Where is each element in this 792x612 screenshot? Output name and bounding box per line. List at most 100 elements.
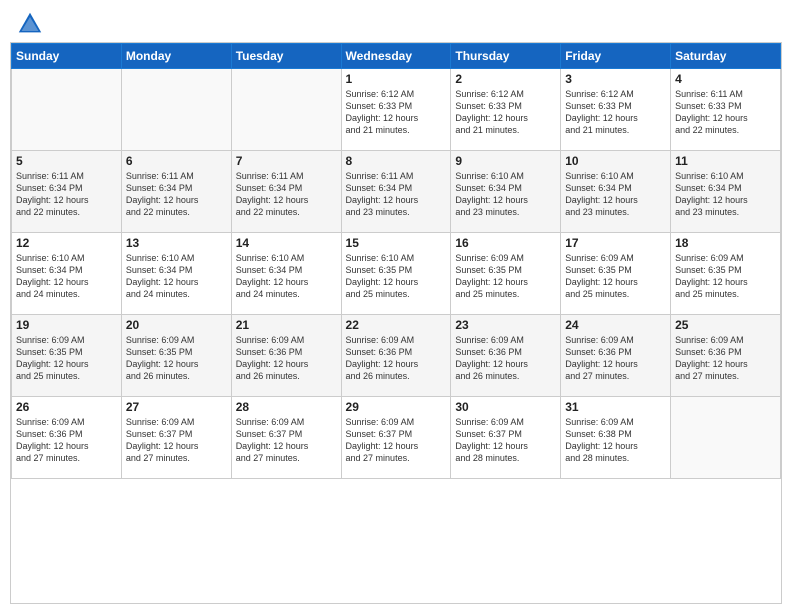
day-info: Sunrise: 6:09 AMSunset: 6:36 PMDaylight:… (16, 416, 117, 465)
day-info: Sunrise: 6:09 AMSunset: 6:37 PMDaylight:… (126, 416, 227, 465)
calendar-cell: 8 Sunrise: 6:11 AMSunset: 6:34 PMDaylight… (341, 151, 451, 233)
logo-icon (16, 10, 44, 38)
calendar-body: 1 Sunrise: 6:12 AMSunset: 6:33 PMDaylight… (12, 69, 781, 479)
day-number: 10 (565, 154, 666, 168)
calendar-cell: 4 Sunrise: 6:11 AMSunset: 6:33 PMDaylight… (671, 69, 781, 151)
calendar-cell: 7 Sunrise: 6:11 AMSunset: 6:34 PMDaylight… (231, 151, 341, 233)
calendar-cell: 2Sunrise: 6:12 AMSunset: 6:33 PMDaylight… (451, 69, 561, 151)
day-info: Sunrise: 6:10 AMSunset: 6:34 PMDaylight:… (675, 170, 776, 219)
day-number: 31 (565, 400, 666, 414)
day-header-sunday: Sunday (12, 44, 122, 69)
day-number: 26 (16, 400, 117, 414)
day-info: Sunrise: 6:11 AMSunset: 6:34 PMDaylight:… (126, 170, 227, 219)
day-number: 25 (675, 318, 776, 332)
day-info: Sunrise: 6:09 AMSunset: 6:36 PMDaylight:… (565, 334, 666, 383)
day-number: 27 (126, 400, 227, 414)
day-info: Sunrise: 6:09 AMSunset: 6:36 PMDaylight:… (236, 334, 337, 383)
day-number: 23 (455, 318, 556, 332)
calendar-cell: 30Sunrise: 6:09 AMSunset: 6:37 PMDayligh… (451, 397, 561, 479)
day-number: 28 (236, 400, 337, 414)
day-info: Sunrise: 6:09 AMSunset: 6:35 PMDaylight:… (675, 252, 776, 301)
calendar-cell: 19 Sunrise: 6:09 AMSunset: 6:35 PMDayligh… (12, 315, 122, 397)
day-info: Sunrise: 6:11 AMSunset: 6:33 PMDaylight:… (675, 88, 776, 137)
calendar-cell: 26 Sunrise: 6:09 AMSunset: 6:36 PMDayligh… (12, 397, 122, 479)
day-number: 13 (126, 236, 227, 250)
calendar-cell: 11 Sunrise: 6:10 AMSunset: 6:34 PMDayligh… (671, 151, 781, 233)
calendar-cell: 16Sunrise: 6:09 AMSunset: 6:35 PMDayligh… (451, 233, 561, 315)
week-row-4: 19 Sunrise: 6:09 AMSunset: 6:35 PMDayligh… (12, 315, 781, 397)
day-info: Sunrise: 6:12 AMSunset: 6:33 PMDaylight:… (455, 88, 556, 137)
day-number: 17 (565, 236, 666, 250)
calendar-cell: 17 Sunrise: 6:09 AMSunset: 6:35 PMDayligh… (561, 233, 671, 315)
calendar-cell: 22 Sunrise: 6:09 AMSunset: 6:36 PMDayligh… (341, 315, 451, 397)
day-info: Sunrise: 6:11 AMSunset: 6:34 PMDaylight:… (16, 170, 117, 219)
page: SundayMondayTuesdayWednesdayThursdayFrid… (0, 0, 792, 612)
calendar-cell: 1 Sunrise: 6:12 AMSunset: 6:33 PMDaylight… (341, 69, 451, 151)
calendar-cell: 14 Sunrise: 6:10 AMSunset: 6:34 PMDayligh… (231, 233, 341, 315)
day-number: 7 (236, 154, 337, 168)
day-number: 22 (346, 318, 447, 332)
day-number: 19 (16, 318, 117, 332)
day-info: Sunrise: 6:12 AMSunset: 6:33 PMDaylight:… (565, 88, 666, 137)
calendar-cell: 18 Sunrise: 6:09 AMSunset: 6:35 PMDayligh… (671, 233, 781, 315)
week-row-1: 1 Sunrise: 6:12 AMSunset: 6:33 PMDaylight… (12, 69, 781, 151)
calendar-cell: 12Sunrise: 6:10 AMSunset: 6:34 PMDayligh… (12, 233, 122, 315)
header (0, 0, 792, 42)
day-number: 12 (16, 236, 117, 250)
day-header-saturday: Saturday (671, 44, 781, 69)
day-number: 14 (236, 236, 337, 250)
logo (16, 10, 48, 38)
calendar-cell (12, 69, 122, 151)
day-number: 11 (675, 154, 776, 168)
week-row-3: 12 Sunrise: 6:10 AMSunset: 6:34 PMDayligh… (12, 233, 781, 315)
calendar-header: SundayMondayTuesdayWednesdayThursdayFrid… (12, 44, 781, 69)
calendar-cell (121, 69, 231, 151)
calendar-cell: 5Sunrise: 6:11 AMSunset: 6:34 PMDaylight… (12, 151, 122, 233)
week-row-5: 26 Sunrise: 6:09 AMSunset: 6:36 PMDayligh… (12, 397, 781, 479)
day-number: 9 (455, 154, 556, 168)
day-info: Sunrise: 6:09 AMSunset: 6:36 PMDaylight:… (346, 334, 447, 383)
calendar-cell: 9 Sunrise: 6:10 AMSunset: 6:34 PMDaylight… (451, 151, 561, 233)
calendar-cell: 23 Sunrise: 6:09 AMSunset: 6:36 PMDayligh… (451, 315, 561, 397)
calendar-table: SundayMondayTuesdayWednesdayThursdayFrid… (11, 43, 781, 479)
day-info: Sunrise: 6:12 AMSunset: 6:33 PMDaylight:… (346, 88, 447, 137)
day-number: 4 (675, 72, 776, 86)
day-info: Sunrise: 6:10 AMSunset: 6:34 PMDaylight:… (565, 170, 666, 219)
day-info: Sunrise: 6:09 AMSunset: 6:35 PMDaylight:… (16, 334, 117, 383)
day-header-tuesday: Tuesday (231, 44, 341, 69)
week-row-2: 5Sunrise: 6:11 AMSunset: 6:34 PMDaylight… (12, 151, 781, 233)
day-header-monday: Monday (121, 44, 231, 69)
day-number: 16 (455, 236, 556, 250)
calendar-cell: 6Sunrise: 6:11 AMSunset: 6:34 PMDaylight… (121, 151, 231, 233)
day-info: Sunrise: 6:09 AMSunset: 6:35 PMDaylight:… (565, 252, 666, 301)
day-number: 30 (455, 400, 556, 414)
day-info: Sunrise: 6:10 AMSunset: 6:34 PMDaylight:… (455, 170, 556, 219)
day-info: Sunrise: 6:09 AMSunset: 6:36 PMDaylight:… (675, 334, 776, 383)
calendar-cell (671, 397, 781, 479)
calendar-cell: 25 Sunrise: 6:09 AMSunset: 6:36 PMDayligh… (671, 315, 781, 397)
day-header-friday: Friday (561, 44, 671, 69)
calendar: SundayMondayTuesdayWednesdayThursdayFrid… (10, 42, 782, 604)
day-header-wednesday: Wednesday (341, 44, 451, 69)
calendar-cell: 20 Sunrise: 6:09 AMSunset: 6:35 PMDayligh… (121, 315, 231, 397)
calendar-cell: 21Sunrise: 6:09 AMSunset: 6:36 PMDayligh… (231, 315, 341, 397)
day-number: 3 (565, 72, 666, 86)
calendar-cell: 24Sunrise: 6:09 AMSunset: 6:36 PMDayligh… (561, 315, 671, 397)
day-info: Sunrise: 6:09 AMSunset: 6:37 PMDaylight:… (346, 416, 447, 465)
day-number: 20 (126, 318, 227, 332)
calendar-cell: 27 Sunrise: 6:09 AMSunset: 6:37 PMDayligh… (121, 397, 231, 479)
day-number: 8 (346, 154, 447, 168)
day-info: Sunrise: 6:09 AMSunset: 6:35 PMDaylight:… (126, 334, 227, 383)
calendar-cell: 10 Sunrise: 6:10 AMSunset: 6:34 PMDayligh… (561, 151, 671, 233)
day-info: Sunrise: 6:10 AMSunset: 6:34 PMDaylight:… (236, 252, 337, 301)
day-number: 1 (346, 72, 447, 86)
day-info: Sunrise: 6:10 AMSunset: 6:34 PMDaylight:… (126, 252, 227, 301)
day-number: 29 (346, 400, 447, 414)
calendar-cell: 31 Sunrise: 6:09 AMSunset: 6:38 PMDayligh… (561, 397, 671, 479)
calendar-cell: 3 Sunrise: 6:12 AMSunset: 6:33 PMDaylight… (561, 69, 671, 151)
day-info: Sunrise: 6:09 AMSunset: 6:36 PMDaylight:… (455, 334, 556, 383)
day-number: 18 (675, 236, 776, 250)
day-info: Sunrise: 6:09 AMSunset: 6:38 PMDaylight:… (565, 416, 666, 465)
day-info: Sunrise: 6:11 AMSunset: 6:34 PMDaylight:… (346, 170, 447, 219)
day-info: Sunrise: 6:11 AMSunset: 6:34 PMDaylight:… (236, 170, 337, 219)
